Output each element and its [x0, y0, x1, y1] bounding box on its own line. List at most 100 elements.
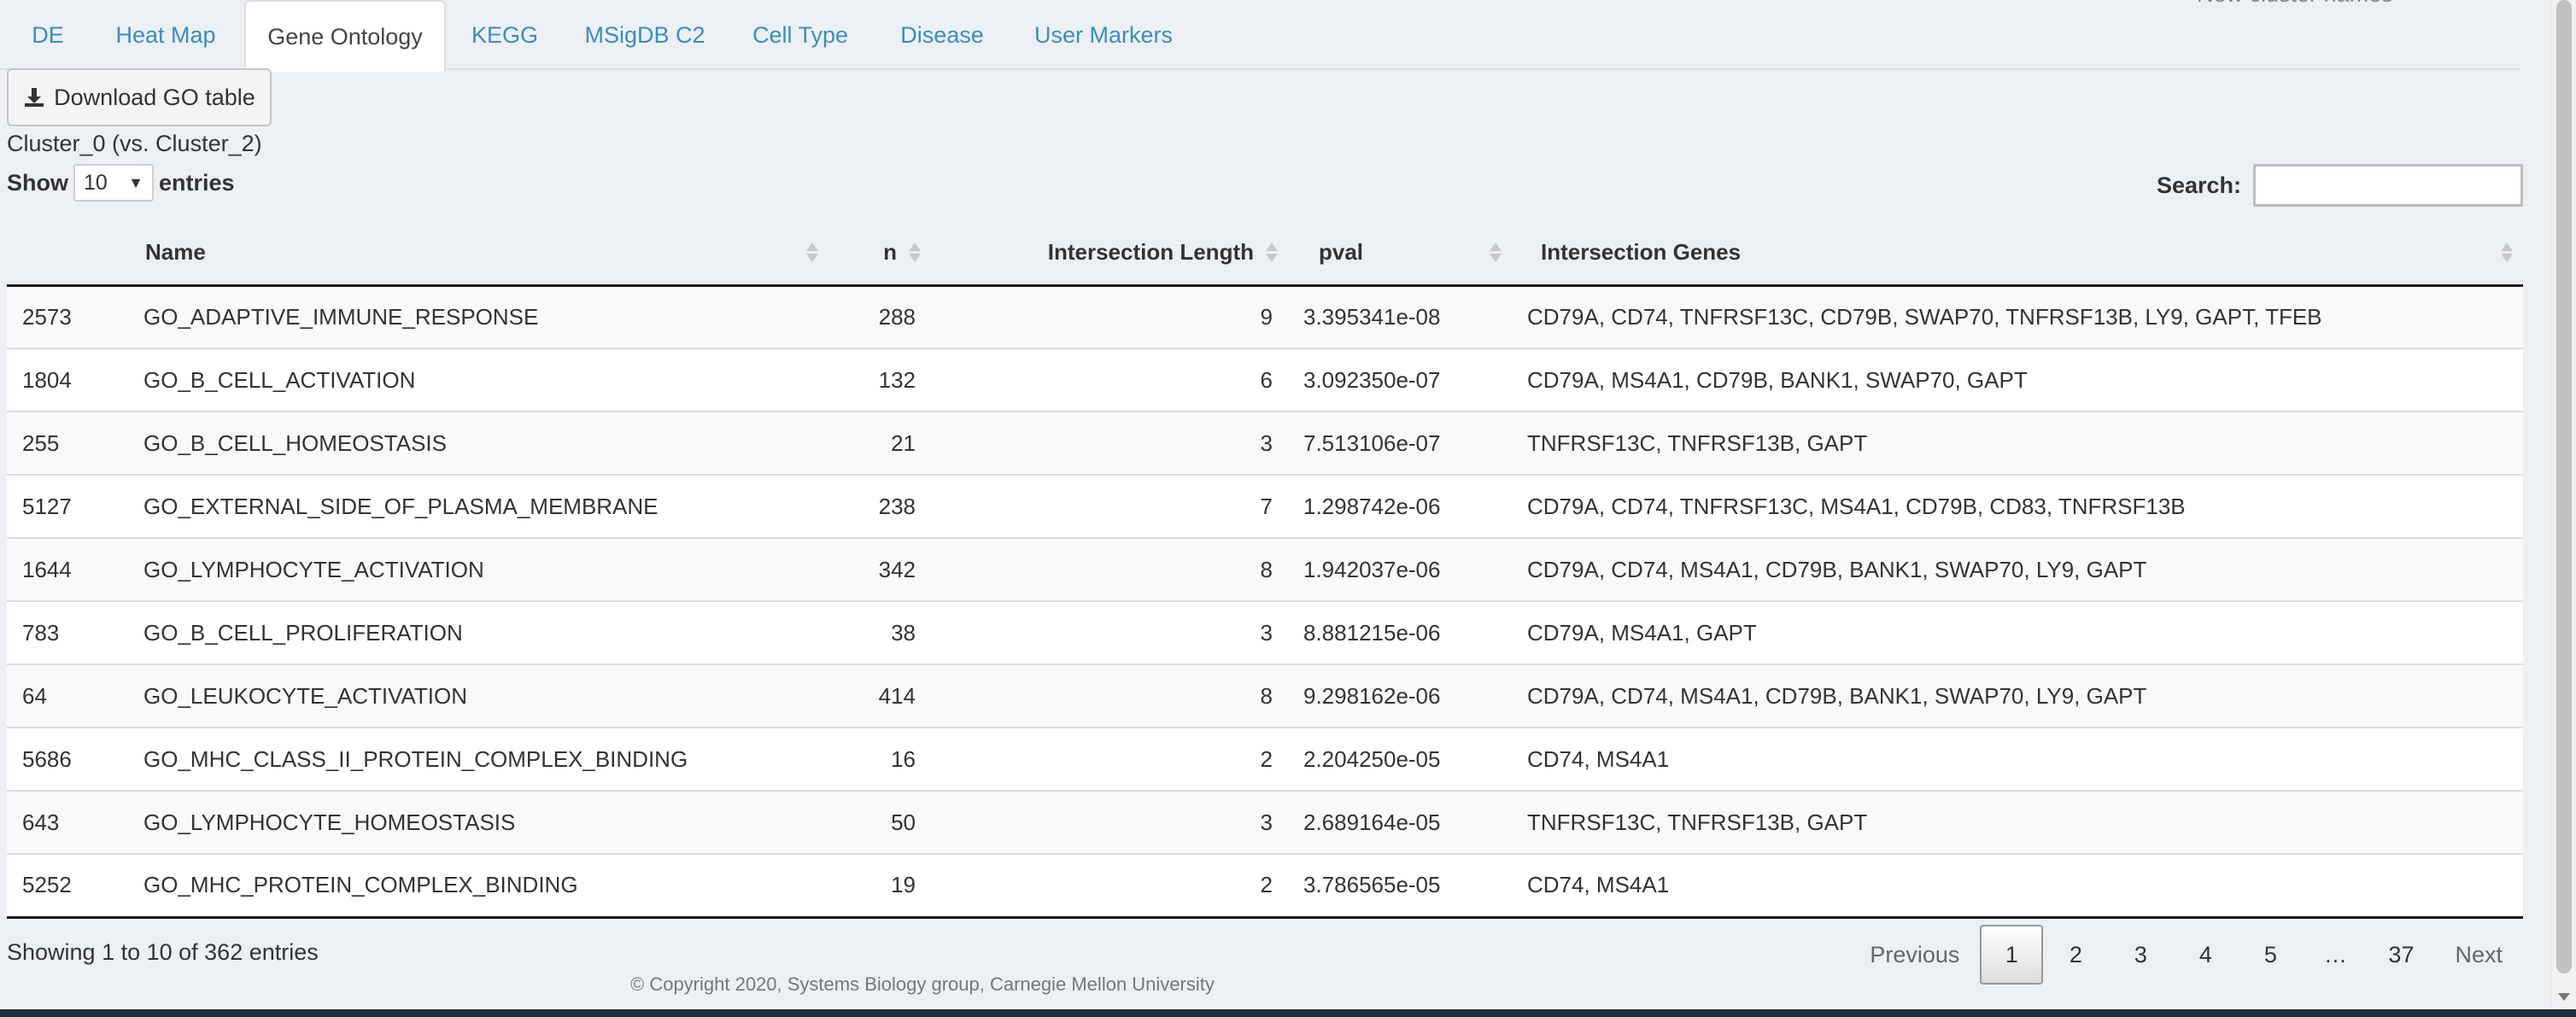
cell-n: 19 — [828, 853, 931, 919]
previous-button[interactable]: Previous — [1849, 925, 1980, 985]
cell-intersection-length: 8 — [931, 663, 1288, 728]
table-row[interactable]: 5252 GO_MHC_PROTEIN_COMPLEX_BINDING 19 2… — [7, 853, 2523, 919]
cell-n: 38 — [828, 600, 931, 664]
table-body: 2573 GO_ADAPTIVE_IMMUNE_RESPONSE 288 9 3… — [7, 285, 2523, 919]
cell-pval: 7.513106e-07 — [1288, 411, 1512, 475]
cell-pval: 2.689164e-05 — [1288, 790, 1512, 854]
tab-cell-type[interactable]: Cell Type — [741, 0, 859, 70]
cell-name: GO_MHC_PROTEIN_COMPLEX_BINDING — [128, 853, 828, 919]
entries-label: entries — [159, 169, 235, 196]
scroll-down-icon[interactable] — [2558, 993, 2570, 1001]
cell-n: 414 — [828, 663, 931, 728]
cell-name: GO_EXTERNAL_SIDE_OF_PLASMA_MEMBRANE — [128, 474, 828, 538]
cell-intersection-genes: CD79A, CD74, TNFRSF13C, MS4A1, CD79B, CD… — [1512, 474, 2523, 538]
cell-intersection-length: 3 — [931, 411, 1288, 475]
cell-n: 342 — [828, 537, 931, 601]
download-button-label: Download GO table — [54, 84, 255, 110]
cell-index: 5127 — [7, 474, 128, 538]
cell-pval: 3.786565e-05 — [1288, 853, 1512, 919]
vertical-scrollbar[interactable] — [2550, 0, 2576, 1008]
cell-intersection-genes: CD79A, CD74, MS4A1, CD79B, BANK1, SWAP70… — [1512, 537, 2523, 601]
page-button-2[interactable]: 2 — [2043, 925, 2108, 985]
column-header-index[interactable] — [7, 220, 128, 287]
cell-intersection-length: 3 — [931, 600, 1288, 664]
cell-intersection-length: 8 — [931, 537, 1288, 601]
cell-name: GO_B_CELL_HOMEOSTASIS — [128, 411, 828, 475]
tab-user-markers[interactable]: User Markers — [1023, 0, 1184, 70]
cell-index: 2573 — [7, 285, 128, 348]
download-go-table-button[interactable]: Download GO table — [7, 68, 272, 126]
column-header-intersection-length[interactable]: Intersection Length — [931, 220, 1288, 287]
cell-name: GO_LEUKOCYTE_ACTIVATION — [128, 663, 828, 728]
cell-n: 288 — [828, 285, 931, 348]
cell-n: 238 — [828, 474, 931, 538]
cell-pval: 3.092350e-07 — [1288, 348, 1512, 412]
tab-msigdb-c2[interactable]: MSigDB C2 — [574, 0, 716, 70]
page-button-1[interactable]: 1 — [1980, 925, 2044, 985]
search-input[interactable] — [2253, 164, 2523, 207]
page-button-4[interactable]: 4 — [2173, 925, 2238, 985]
cell-pval: 1.942037e-06 — [1288, 537, 1512, 601]
table-row[interactable]: 2573 GO_ADAPTIVE_IMMUNE_RESPONSE 288 9 3… — [7, 285, 2523, 348]
cell-intersection-genes: CD74, MS4A1 — [1512, 727, 2523, 791]
cell-intersection-length: 2 — [931, 853, 1288, 919]
bottom-bar — [0, 1009, 2576, 1017]
tab-kegg[interactable]: KEGG — [461, 0, 548, 70]
cell-intersection-genes: CD79A, MS4A1, GAPT — [1512, 600, 2523, 664]
cell-intersection-genes: TNFRSF13C, TNFRSF13B, GAPT — [1512, 790, 2523, 854]
cell-intersection-length: 9 — [931, 285, 1288, 348]
tab-bar: DE Heat Map Gene Ontology KEGG MSigDB C2… — [0, 0, 2521, 72]
cell-n: 132 — [828, 348, 931, 412]
entries-select-value: 10 — [84, 170, 108, 195]
sort-icon — [2501, 240, 2516, 264]
table-row[interactable]: 643 GO_LYMPHOCYTE_HOMEOSTASIS 50 3 2.689… — [7, 790, 2523, 854]
cell-pval: 3.395341e-08 — [1288, 285, 1512, 348]
cell-intersection-genes: CD79A, CD74, MS4A1, CD79B, BANK1, SWAP70… — [1512, 663, 2523, 728]
tab-de[interactable]: DE — [17, 0, 79, 70]
page-button-3[interactable]: 3 — [2108, 925, 2173, 985]
table-row[interactable]: 5686 GO_MHC_CLASS_II_PROTEIN_COMPLEX_BIN… — [7, 727, 2523, 791]
cell-n: 16 — [828, 727, 931, 791]
table-row[interactable]: 5127 GO_EXTERNAL_SIDE_OF_PLASMA_MEMBRANE… — [7, 474, 2523, 538]
sort-icon — [909, 240, 924, 264]
cell-intersection-length: 2 — [931, 727, 1288, 791]
cell-pval: 8.881215e-06 — [1288, 600, 1512, 664]
page: DE Heat Map Gene Ontology KEGG MSigDB C2… — [0, 0, 2576, 1017]
table-row[interactable]: 783 GO_B_CELL_PROLIFERATION 38 3 8.88121… — [7, 600, 2523, 664]
column-header-n[interactable]: n — [828, 220, 931, 287]
cell-pval: 2.204250e-05 — [1288, 727, 1512, 791]
scrollbar-thumb[interactable] — [2556, 0, 2572, 973]
cluster-comparison-label: Cluster_0 (vs. Cluster_2) — [7, 131, 262, 156]
page-button-5[interactable]: 5 — [2238, 925, 2303, 985]
cell-name: GO_B_CELL_ACTIVATION — [128, 348, 828, 412]
tab-disease[interactable]: Disease — [888, 0, 996, 70]
next-button[interactable]: Next — [2434, 925, 2523, 985]
cell-intersection-genes: CD74, MS4A1 — [1512, 853, 2523, 919]
table-row[interactable]: 1804 GO_B_CELL_ACTIVATION 132 6 3.092350… — [7, 348, 2523, 412]
show-label: Show — [7, 169, 68, 196]
tab-heat-map[interactable]: Heat Map — [101, 0, 231, 70]
cell-name: GO_ADAPTIVE_IMMUNE_RESPONSE — [128, 285, 828, 348]
tab-gene-ontology[interactable]: Gene Ontology — [244, 0, 446, 72]
column-header-pval[interactable]: pval — [1288, 220, 1512, 287]
table-row[interactable]: 64 GO_LEUKOCYTE_ACTIVATION 414 8 9.29816… — [7, 663, 2523, 728]
column-header-intersection-genes[interactable]: Intersection Genes — [1512, 220, 2523, 287]
page-button-37[interactable]: 37 — [2368, 925, 2434, 985]
cell-index: 5252 — [7, 853, 128, 919]
column-header-name[interactable]: Name — [128, 220, 828, 287]
sort-icon — [1490, 240, 1505, 264]
cell-n: 21 — [828, 411, 931, 475]
cell-intersection-length: 3 — [931, 790, 1288, 854]
cell-intersection-genes: CD79A, MS4A1, CD79B, BANK1, SWAP70, GAPT — [1512, 348, 2523, 412]
cell-index: 1644 — [7, 537, 128, 601]
table-row[interactable]: 1644 GO_LYMPHOCYTE_ACTIVATION 342 8 1.94… — [7, 537, 2523, 601]
cell-index: 643 — [7, 790, 128, 854]
entries-select[interactable]: 10 ▼ — [73, 164, 154, 202]
cell-name: GO_LYMPHOCYTE_ACTIVATION — [128, 537, 828, 601]
cell-intersection-length: 7 — [931, 474, 1288, 538]
cell-pval: 1.298742e-06 — [1288, 474, 1512, 538]
table-row[interactable]: 255 GO_B_CELL_HOMEOSTASIS 21 3 7.513106e… — [7, 411, 2523, 475]
search-label: Search: — [2156, 172, 2241, 198]
cell-index: 783 — [7, 600, 128, 664]
go-results-table: Name n Intersection Length pval Intersec… — [7, 220, 2523, 919]
